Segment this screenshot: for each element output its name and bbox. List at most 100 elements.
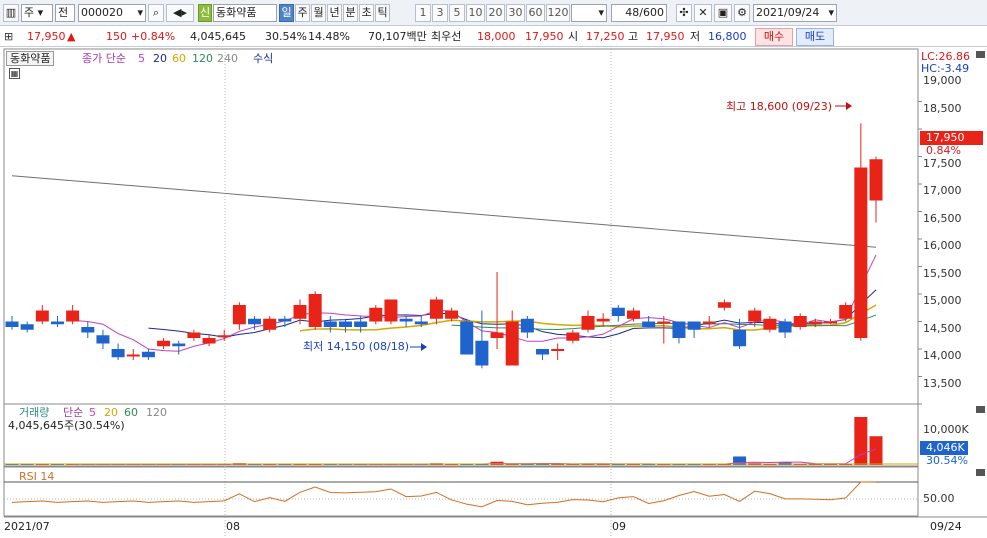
best-quote-label: 최우선 bbox=[431, 30, 462, 43]
period-button-3[interactable]: 년 bbox=[327, 4, 342, 22]
save-icon[interactable]: ▣ bbox=[714, 4, 732, 22]
minute-button-7[interactable]: 120 bbox=[546, 4, 570, 22]
market-type-value: 주 bbox=[24, 6, 35, 19]
candle-body bbox=[399, 318, 413, 322]
formula-legend[interactable]: 수식 bbox=[253, 52, 273, 65]
candle-body bbox=[141, 351, 155, 358]
candle-body bbox=[293, 305, 307, 319]
minute-button-0[interactable]: 1 bbox=[415, 4, 431, 22]
stock-name-tag[interactable]: 동화약품 bbox=[6, 51, 55, 66]
volume-current-percent: 30.54% bbox=[926, 454, 968, 467]
up-arrow-icon: ▲ bbox=[67, 30, 76, 43]
candle-body bbox=[763, 318, 777, 330]
window-menu-icon[interactable]: ▥ bbox=[3, 4, 19, 22]
minute-button-4[interactable]: 20 bbox=[486, 4, 505, 22]
rsi-y-tick: 50.00 bbox=[923, 492, 955, 505]
candle-body bbox=[278, 318, 292, 322]
ma5-legend: 5 bbox=[138, 52, 145, 65]
candle-body bbox=[520, 318, 534, 333]
search-icon[interactable]: ⌕ bbox=[148, 4, 164, 22]
drawing-tools-icon[interactable]: ✕ bbox=[694, 4, 712, 22]
candle-body bbox=[672, 321, 686, 338]
price-y-tick: 15,500 bbox=[923, 266, 962, 280]
ma-legend-label[interactable]: 종가 단순 bbox=[82, 52, 126, 65]
candle-body bbox=[596, 318, 610, 322]
candle-body bbox=[111, 349, 125, 358]
volume-panel-title[interactable]: 거래량 bbox=[19, 406, 49, 419]
candle-body bbox=[187, 332, 201, 338]
indicator-icon[interactable]: ✣ bbox=[676, 4, 692, 22]
candle-body bbox=[338, 321, 352, 327]
chart-canvas[interactable] bbox=[0, 47, 987, 538]
sell-button[interactable]: 매도 bbox=[796, 28, 834, 46]
stock-name-field: 동화약품 bbox=[213, 4, 277, 22]
period-button-1[interactable]: 주 bbox=[295, 4, 310, 22]
minute-button-2[interactable]: 5 bbox=[449, 4, 465, 22]
minute-button-3[interactable]: 10 bbox=[466, 4, 485, 22]
best-bid: 17,950 bbox=[525, 30, 564, 43]
prev-button[interactable]: 전 bbox=[55, 4, 75, 22]
ma120-legend: 120 bbox=[192, 52, 213, 65]
candle-body bbox=[536, 349, 550, 355]
candle-body bbox=[308, 294, 322, 327]
candle-body bbox=[369, 307, 383, 322]
quote-bar: ⊞ 17,950 ▲ 150 +0.84% 4,045,645 30.54% 1… bbox=[0, 26, 987, 47]
candle-body bbox=[248, 318, 262, 325]
volume-current-text: 4,045,645주(30.54%) bbox=[8, 419, 125, 432]
period-button-4[interactable]: 분 bbox=[343, 4, 358, 22]
x-label-aug: 08 bbox=[226, 520, 240, 533]
rsi-panel-title[interactable]: RSI 14 bbox=[19, 470, 54, 483]
stock-nav-icon[interactable]: ◀▸ bbox=[166, 4, 194, 22]
price-y-tick: 17,500 bbox=[923, 156, 962, 170]
gear-icon[interactable]: ⚙ bbox=[734, 4, 750, 22]
candle-body bbox=[475, 340, 489, 366]
price-y-tick: 16,000 bbox=[923, 239, 962, 252]
candle-body bbox=[824, 321, 838, 324]
price-y-tick: 17,000 bbox=[923, 184, 962, 197]
period-button-5[interactable]: 초 bbox=[359, 4, 374, 22]
open-label: 시 bbox=[568, 30, 579, 43]
high-label: 고 bbox=[628, 30, 639, 43]
bar-count-field[interactable]: 48/600 bbox=[611, 4, 667, 22]
vol-ma5-legend: 5 bbox=[89, 406, 96, 419]
best-ask: 18,000 bbox=[477, 30, 516, 43]
market-type-select[interactable]: 주 ▾ bbox=[21, 4, 53, 22]
minute-button-5[interactable]: 30 bbox=[506, 4, 525, 22]
candle-body bbox=[20, 324, 34, 330]
stock-code-input[interactable]: 000020 ▾ bbox=[78, 4, 146, 22]
minute-button-6[interactable]: 60 bbox=[526, 4, 545, 22]
price-y-tick: 18,500 bbox=[923, 101, 962, 115]
info-toggle-icon[interactable]: ⊞ bbox=[4, 28, 13, 45]
period-button-2[interactable]: 월 bbox=[311, 4, 326, 22]
period-button-0[interactable]: 일 bbox=[279, 4, 294, 22]
candle-body bbox=[81, 327, 95, 333]
candle-body bbox=[611, 307, 625, 316]
date-input[interactable]: 2021/09/24 ▾ bbox=[753, 4, 837, 22]
candle-body bbox=[263, 318, 277, 330]
candle-body bbox=[733, 329, 747, 347]
vol-ma60-legend: 60 bbox=[124, 406, 138, 419]
candle-body bbox=[445, 310, 459, 319]
current-price: 17,950 bbox=[27, 30, 66, 43]
candle-body bbox=[126, 354, 140, 357]
price-y-tick: 16,500 bbox=[923, 211, 962, 225]
candle-body bbox=[202, 338, 216, 344]
candle-body bbox=[839, 305, 853, 319]
custom-period-select[interactable]: ▾ bbox=[571, 4, 607, 22]
candle-body bbox=[460, 321, 474, 355]
candle-body bbox=[157, 340, 171, 347]
candle-body bbox=[232, 305, 246, 325]
candle-body bbox=[384, 299, 398, 322]
rsi-panel-frame bbox=[3, 466, 919, 517]
grid-toggle-icon[interactable]: ▦ bbox=[9, 68, 20, 79]
vol-ma120-legend: 120 bbox=[146, 406, 167, 419]
period-button-6[interactable]: 틱 bbox=[375, 4, 390, 22]
candle-body bbox=[354, 321, 368, 327]
candle-body bbox=[96, 335, 110, 344]
current-percent-tag: 0.84% bbox=[926, 144, 961, 157]
candle-body bbox=[490, 332, 504, 338]
candle-body bbox=[642, 321, 656, 327]
minute-button-1[interactable]: 3 bbox=[432, 4, 448, 22]
candle-body bbox=[869, 159, 883, 201]
buy-button[interactable]: 매수 bbox=[755, 28, 793, 46]
